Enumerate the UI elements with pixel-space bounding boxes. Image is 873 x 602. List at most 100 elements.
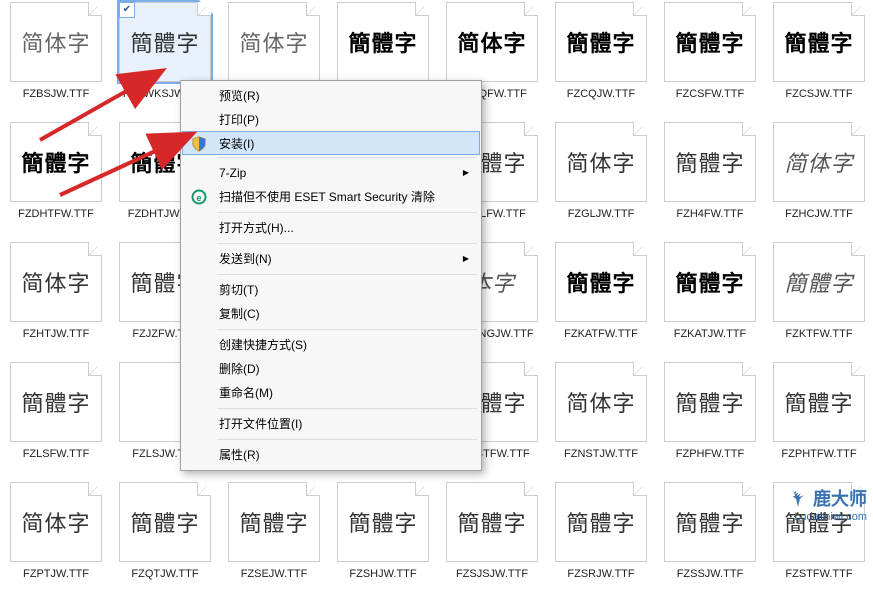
file-item[interactable]: 簡體字FZH4FW.TTF: [657, 122, 763, 242]
file-thumbnail: 简体字: [228, 2, 320, 82]
file-item[interactable]: 简体字FZNSTJW.TTF: [548, 362, 654, 482]
file-label: FZQTJW.TTF: [131, 568, 198, 580]
menu-separator: [217, 157, 477, 158]
file-thumbnail: 簡體字: [10, 122, 102, 202]
menu-item[interactable]: e 扫描但不使用 ESET Smart Security 清除: [183, 185, 479, 209]
page-fold-icon: [197, 482, 211, 496]
file-item[interactable]: 簡體字 FZLSFW.TTF: [3, 362, 109, 482]
page-fold-icon: [633, 122, 647, 136]
file-thumbnail: 简体字: [773, 122, 865, 202]
menu-item[interactable]: 预览(R): [183, 84, 479, 108]
file-item[interactable]: 簡體字 FZQTJW.TTF: [112, 482, 218, 602]
menu-separator: [217, 439, 477, 440]
font-preview-glyph: 簡體字: [130, 506, 199, 538]
page-fold-icon: [524, 362, 538, 376]
menu-item[interactable]: 打开文件位置(I): [183, 412, 479, 436]
file-item[interactable]: 简体字FZBSJW.TTF: [3, 2, 109, 122]
file-thumbnail: 簡體字: [773, 2, 865, 82]
page-fold-icon: [742, 122, 756, 136]
font-preview-glyph: 簡體字: [675, 146, 744, 178]
page-fold-icon: [88, 122, 102, 136]
font-preview-glyph: 简体字: [566, 146, 635, 178]
page-fold-icon: [88, 2, 102, 16]
file-thumbnail: 简体字: [10, 482, 102, 562]
menu-item-label: 打印(P): [219, 113, 259, 127]
file-label: FZPTJW.TTF: [23, 568, 89, 580]
file-item[interactable]: 简体字FZHTJW.TTF: [3, 242, 109, 362]
file-label: FZSTFW.TTF: [785, 568, 852, 580]
menu-item-label: 删除(D): [219, 362, 260, 376]
file-label: FZCSFW.TTF: [676, 88, 744, 100]
font-preview-glyph: 簡體字: [675, 386, 744, 418]
menu-item-label: 剪切(T): [219, 283, 258, 297]
file-thumbnail: 簡體字: [555, 242, 647, 322]
menu-item[interactable]: 7-Zip: [183, 161, 479, 185]
page-fold-icon: [633, 362, 647, 376]
file-item[interactable]: 簡體字 FZCSJW.TTF: [766, 2, 872, 122]
menu-item[interactable]: 复制(C): [183, 302, 479, 326]
menu-item[interactable]: 重命名(M): [183, 381, 479, 405]
file-thumbnail: 簡體字: [337, 2, 429, 82]
font-preview-glyph: 簡體字: [566, 506, 635, 538]
menu-item-label: 预览(R): [219, 89, 260, 103]
font-preview-glyph: 簡體字: [566, 26, 635, 58]
menu-item-label: 安装(I): [219, 137, 254, 151]
menu-item-label: 7-Zip: [219, 166, 246, 180]
file-item[interactable]: 简体字 FZGLJW.TTF: [548, 122, 654, 242]
file-thumbnail: 簡體字: [664, 242, 756, 322]
file-label: FZSEJW.TTF: [241, 568, 308, 580]
file-item[interactable]: 简体字 FZPTJW.TTF: [3, 482, 109, 602]
file-thumbnail: 簡體字: [337, 482, 429, 562]
file-item[interactable]: 簡體字FZPHTFW.TTF: [766, 362, 872, 482]
file-item[interactable]: 簡體字 FZCSFW.TTF: [657, 2, 763, 122]
file-thumbnail: 简体字: [10, 2, 102, 82]
file-label: FZCSJW.TTF: [785, 88, 852, 100]
menu-item[interactable]: 打印(P): [183, 108, 479, 132]
font-preview-glyph: 簡體字: [675, 506, 744, 538]
file-item[interactable]: 简体字FZHCJW.TTF: [766, 122, 872, 242]
file-label: FZLSFW.TTF: [23, 448, 90, 460]
font-preview-glyph: 簡體字: [348, 26, 417, 58]
menu-item[interactable]: 安装(I): [182, 131, 480, 155]
page-fold-icon: [851, 242, 865, 256]
file-item[interactable]: 簡體字 FZDHTFW.TTF: [3, 122, 109, 242]
menu-item[interactable]: 剪切(T): [183, 278, 479, 302]
menu-item-label: 扫描但不使用 ESET Smart Security 清除: [219, 190, 435, 204]
file-label: FZKATJW.TTF: [674, 328, 747, 340]
file-item[interactable]: 簡體字 FZSRJW.TTF: [548, 482, 654, 602]
file-item[interactable]: 簡體字FZSEJW.TTF: [221, 482, 327, 602]
page-fold-icon: [306, 482, 320, 496]
menu-separator: [217, 274, 477, 275]
menu-separator: [217, 408, 477, 409]
file-item[interactable]: 簡體字FZKATFW.TTF: [548, 242, 654, 362]
menu-separator: [217, 329, 477, 330]
font-preview-glyph: 简体字: [21, 506, 90, 538]
file-item[interactable]: 簡體字 FZKATJW.TTF: [657, 242, 763, 362]
menu-item[interactable]: 发送到(N): [183, 247, 479, 271]
file-label: FZSRJW.TTF: [567, 568, 634, 580]
page-fold-icon: [524, 2, 538, 16]
deer-icon: [787, 487, 809, 509]
file-label: FZDHTFW.TTF: [18, 208, 94, 220]
file-item[interactable]: 簡體字FZCQJW.TTF: [548, 2, 654, 122]
watermark-brand: 鹿大师: [813, 485, 867, 511]
file-item[interactable]: 簡體字FZSHJW.TTF: [330, 482, 436, 602]
menu-item[interactable]: 属性(R): [183, 443, 479, 467]
file-item[interactable]: 簡體字FZSJSJW.TTF: [439, 482, 545, 602]
page-fold-icon: [88, 362, 102, 376]
menu-item[interactable]: 删除(D): [183, 357, 479, 381]
page-fold-icon: [524, 122, 538, 136]
menu-item[interactable]: 创建快捷方式(S): [183, 333, 479, 357]
file-item[interactable]: 簡體字FZPHFW.TTF: [657, 362, 763, 482]
file-item[interactable]: 簡體字FZSSJW.TTF: [657, 482, 763, 602]
menu-item[interactable]: 打开方式(H)...: [183, 216, 479, 240]
page-fold-icon: [851, 2, 865, 16]
menu-item-label: 属性(R): [219, 448, 260, 462]
font-preview-glyph: 簡體字: [784, 26, 853, 58]
watermark: 鹿大师 Ludashiwj.com: [787, 485, 867, 523]
file-thumbnail: 簡體字: [664, 2, 756, 82]
file-item[interactable]: 簡體字FZKTFW.TTF: [766, 242, 872, 362]
file-label: FZGLJW.TTF: [568, 208, 635, 220]
file-thumbnail: 簡體字: [10, 362, 102, 442]
eset-icon: e: [191, 189, 207, 205]
